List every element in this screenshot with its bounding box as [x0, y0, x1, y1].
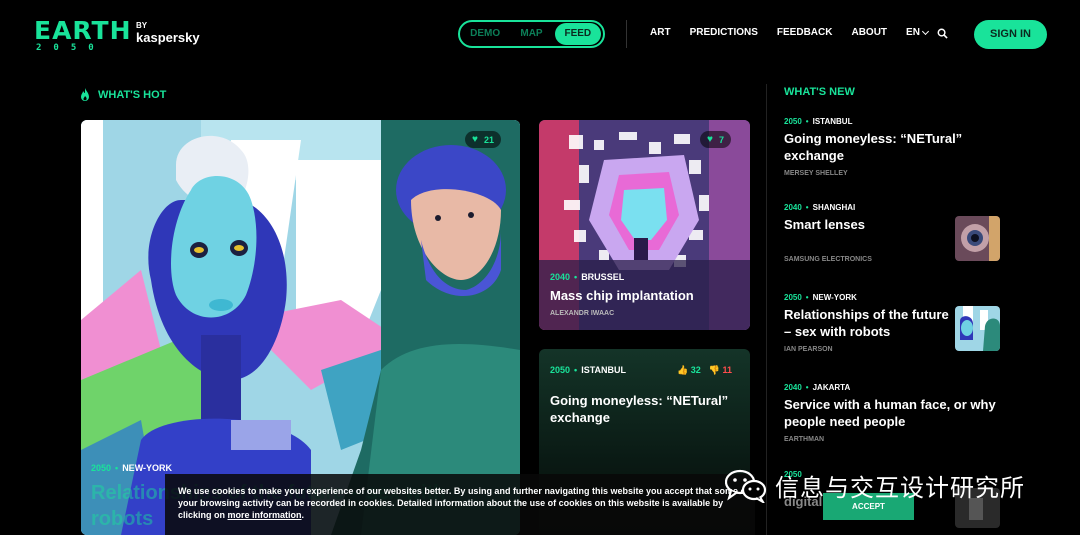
meta-dot: • — [805, 293, 809, 302]
logo-partner: kaspersky — [136, 30, 200, 45]
thumbs-down-icon: 👎 — [708, 365, 720, 375]
watermark: 信息与交互设计研究所 — [725, 468, 1025, 503]
cookie-message: We use cookies to make your experience o… — [178, 485, 756, 521]
news-year: 2040 — [784, 203, 802, 212]
upvote-button[interactable]: 👍 32 — [677, 365, 701, 376]
news-title[interactable]: Smart lenses — [784, 216, 944, 233]
news-meta: 2050 • NEW-YORK — [784, 293, 1000, 302]
card-meta: 2040 • BRUSSEL — [550, 272, 624, 282]
card-year: 2050 — [550, 365, 571, 375]
mode-demo[interactable]: DEMO — [462, 23, 508, 45]
thumbs-up-icon: 👍 — [677, 365, 689, 375]
mode-map[interactable]: MAP — [508, 23, 554, 45]
search-icon[interactable] — [937, 28, 948, 39]
like-counter[interactable]: ♥ 21 — [465, 131, 501, 148]
main-nav: ART PREDICTIONS FEEDBACK ABOUT EN — [650, 27, 947, 38]
mode-feed[interactable]: FEED — [554, 23, 601, 45]
downvote-button[interactable]: 👎 11 — [709, 365, 732, 376]
whats-hot-heading: WHAT'S HOT — [80, 88, 166, 102]
hot-card-robots[interactable]: ♥ 21 2050•NEW-YORK Relationships of the … — [81, 120, 520, 535]
meta-dot: • — [805, 383, 809, 392]
card-year: 2050 — [91, 463, 112, 473]
language-select[interactable]: EN — [906, 27, 929, 38]
card-city: NEW-YORK — [122, 463, 173, 473]
logo[interactable]: EARTH 2050 BY kaspersky — [34, 18, 204, 54]
news-city: JAKARTA — [812, 383, 851, 392]
news-item[interactable]: 2050 • NEW-YORK Relationships of the futur… — [784, 293, 1000, 361]
news-meta: 2040 • JAKARTA — [784, 383, 1000, 392]
cookie-banner: We use cookies to make your experience o… — [165, 474, 755, 535]
card-meta: 2050 • ISTANBUL — [550, 365, 626, 375]
more-information-link[interactable]: more information — [228, 510, 302, 520]
news-author: MERSEY SHELLEY — [784, 170, 848, 177]
card-title[interactable]: Mass chip implantation — [550, 287, 745, 304]
news-meta: 2050 • ISTANBUL — [784, 117, 1000, 126]
news-city: SHANGHAI — [812, 203, 856, 212]
news-year: 2050 — [784, 117, 802, 126]
meta-dot: • — [805, 203, 809, 212]
meta-dot: • — [805, 117, 809, 126]
card-city: ISTANBUL — [581, 365, 627, 375]
heart-icon: ♥ — [472, 134, 478, 145]
downvote-count: 11 — [722, 365, 732, 375]
card-city: BRUSSEL — [581, 272, 625, 282]
news-thumbnail — [955, 306, 1000, 351]
chevron-down-icon — [921, 27, 929, 35]
logo-by: BY — [136, 21, 148, 30]
news-meta: 2040 • SHANGHAI — [784, 203, 1000, 212]
nav-predictions[interactable]: PREDICTIONS — [690, 27, 758, 38]
news-title[interactable]: Going moneyless: “NETural” exchange — [784, 130, 1000, 164]
like-count: 7 — [718, 134, 724, 145]
meta-dot: • — [574, 272, 578, 282]
whats-hot-label: WHAT'S HOT — [98, 89, 167, 101]
meta-dot: • — [574, 365, 578, 375]
mode-switch: DEMO MAP FEED — [458, 20, 605, 48]
logo-earth: EARTH — [34, 16, 132, 45]
news-year: 2040 — [784, 383, 802, 392]
news-city: NEW-YORK — [812, 293, 857, 302]
news-item[interactable]: 2040 • SHANGHAI Smart lenses SAMSUNG ELECT… — [784, 203, 1000, 265]
like-count: 21 — [483, 134, 494, 145]
news-item[interactable]: 2040 • JAKARTA Service with a human face, … — [784, 383, 1000, 443]
vote-counter: 👍 32 👎 11 — [677, 365, 732, 376]
language-label: EN — [906, 27, 920, 38]
flame-icon — [81, 88, 89, 101]
sign-in-button[interactable]: SIGN IN — [974, 20, 1047, 49]
card-title[interactable]: Going moneyless: “NETural” exchange — [550, 392, 740, 426]
wechat-icon — [725, 469, 767, 503]
nav-art[interactable]: ART — [650, 27, 671, 38]
nav-about[interactable]: ABOUT — [851, 27, 887, 38]
news-title[interactable]: Relationships of the future – sex with r… — [784, 306, 952, 340]
cookie-end: . — [301, 510, 305, 520]
whats-new-heading: WHAT'S NEW — [784, 86, 855, 98]
news-author: EARTHMAN — [784, 436, 825, 443]
news-item[interactable]: 2050 • ISTANBUL Going moneyless: “NETural”… — [784, 117, 1000, 177]
nav-feedback[interactable]: FEEDBACK — [777, 27, 833, 38]
watermark-text: 信息与交互设计研究所 — [775, 474, 1025, 502]
site-header: EARTH 2050 BY kaspersky DEMO MAP FEED AR… — [0, 0, 1080, 70]
logo-year: 2050 — [36, 43, 106, 53]
card-meta: 2050 • NEW-YORK — [91, 463, 172, 473]
news-title[interactable]: Service with a human face, or why people… — [784, 396, 1000, 430]
like-counter[interactable]: ♥ 7 — [700, 131, 731, 148]
hot-card-chip[interactable]: ♥ 7 2040 • BRUSSEL Mass chip implantation … — [539, 120, 750, 330]
news-year: 2050 — [784, 293, 802, 302]
card-year: 2040 — [550, 272, 571, 282]
upvote-count: 32 — [690, 365, 701, 375]
heart-icon: ♥ — [707, 134, 713, 145]
meta-dot: • — [115, 463, 119, 473]
news-thumbnail — [955, 216, 1000, 261]
card-author: ALEXANDR IWAAC — [550, 310, 615, 317]
header-divider — [626, 20, 627, 48]
news-city: ISTANBUL — [812, 117, 853, 126]
